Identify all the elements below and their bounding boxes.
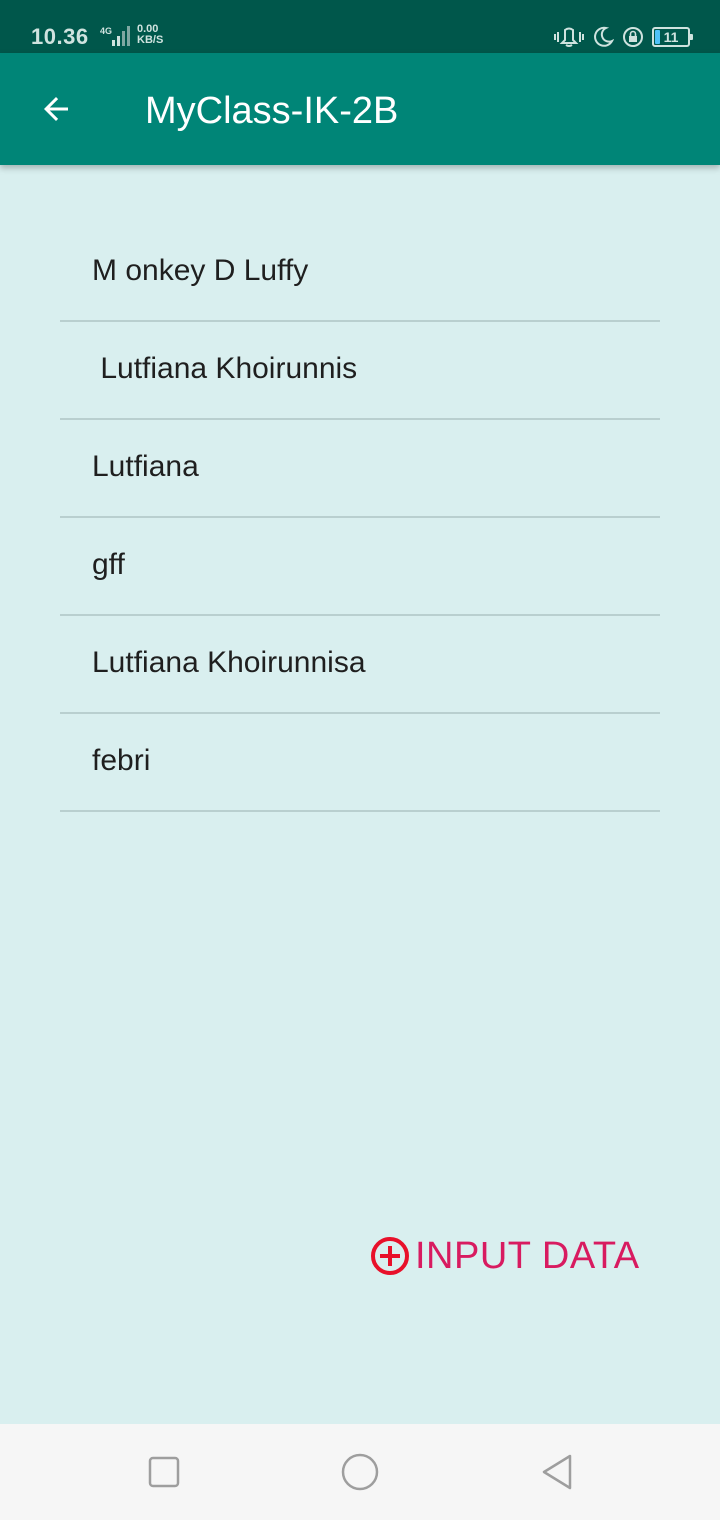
list-item[interactable]: febri: [60, 714, 660, 812]
plus-circle-icon: [371, 1237, 409, 1275]
list-item[interactable]: M onkey D Luffy: [60, 224, 660, 322]
recent-apps-button[interactable]: [144, 1452, 184, 1492]
square-icon: [148, 1456, 180, 1488]
back-button[interactable]: [28, 81, 84, 137]
system-back-button[interactable]: [538, 1452, 578, 1492]
input-data-button[interactable]: INPUT DATA: [369, 1232, 640, 1280]
list-item-label: Lutfiana Khoirunnis: [92, 352, 358, 385]
status-time: 10.36: [31, 24, 89, 49]
page-title: MyClass-IK-2B: [145, 90, 399, 132]
app-bar: MyClass-IK-2B: [0, 53, 720, 165]
list-item-label: Lutfiana Khoirunnisa: [92, 646, 366, 679]
circle-icon: [341, 1453, 379, 1491]
home-button[interactable]: [340, 1452, 380, 1492]
list-item[interactable]: Lutfiana: [60, 420, 660, 518]
list-item-label: febri: [92, 744, 151, 777]
input-data-label: INPUT DATA: [415, 1234, 640, 1277]
signal-icon: 4G: [98, 25, 134, 47]
list-item[interactable]: gff: [60, 518, 660, 616]
student-list: M onkey D Luffy Lutfiana Khoirunnis Lutf…: [60, 224, 660, 812]
status-icons: 11: [554, 25, 693, 49]
list-item[interactable]: Lutfiana Khoirunnis: [60, 322, 660, 420]
arrow-back-icon: [44, 97, 68, 121]
rotation-lock-icon: [622, 26, 644, 48]
navigation-bar: [0, 1424, 720, 1520]
list-item-label: M onkey D Luffy: [92, 254, 309, 287]
svg-text:4G: 4G: [100, 26, 112, 36]
moon-icon: [592, 26, 614, 48]
network-speed: 0.00 KB/S: [137, 23, 164, 46]
status-bar: 10.36 4G 0.00 KB/S 11: [0, 0, 720, 53]
list-item[interactable]: Lutfiana Khoirunnisa: [60, 616, 660, 714]
list-item-label: Lutfiana: [92, 450, 199, 483]
vibrate-icon: [554, 26, 584, 48]
list-item-label: gff: [92, 548, 125, 581]
battery-icon: 11: [652, 27, 693, 47]
triangle-back-icon: [542, 1454, 572, 1490]
